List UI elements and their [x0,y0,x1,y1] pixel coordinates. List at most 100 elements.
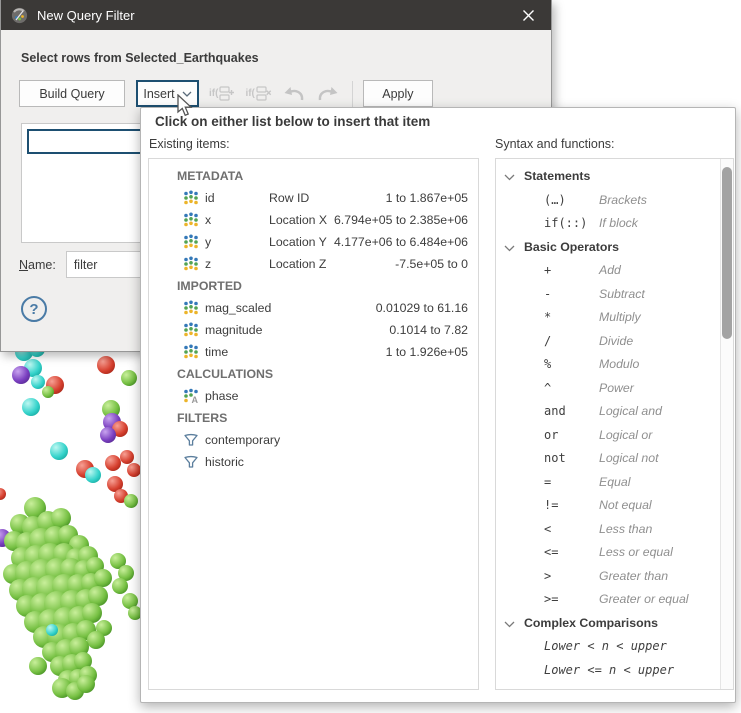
syntax-description: Brackets [599,189,647,213]
syntax-code: = [544,471,551,495]
item-description: Location Y [269,231,327,253]
syntax-functions-list[interactable]: Statements(…) Bracketsif(::)If blockBasic… [495,158,734,690]
earthquake-sphere[interactable] [50,442,68,460]
earthquake-sphere[interactable] [85,467,101,483]
existing-section-header: CALCULATIONS [149,363,478,385]
item-range: 0.01029 to 61.16 [376,297,468,319]
syntax-code: >= [544,588,558,612]
syntax-item-row[interactable]: Lower < n < upper [496,635,733,659]
item-range: 1 to 1.867e+05 [386,187,468,209]
syntax-item-row[interactable]: = Equal [496,471,733,495]
earthquake-sphere[interactable] [77,675,95,693]
earthquake-sphere[interactable] [42,386,54,398]
redo-button[interactable] [316,84,340,104]
earthquake-sphere[interactable] [22,398,40,416]
close-button[interactable] [515,4,541,26]
syntax-item-row[interactable]: andLogical and [496,400,733,424]
existing-item-row[interactable]: idRow ID1 to 1.867e+05 [149,187,478,209]
earthquake-sphere[interactable] [112,578,128,594]
syntax-description: Divide [599,330,633,354]
item-description: Location X [269,209,327,231]
syntax-item-row[interactable]: *Multiply [496,306,733,330]
syntax-code: and [544,400,566,424]
syntax-item-row[interactable]: -Subtract [496,283,733,307]
syntax-item-row[interactable]: > Greater than [496,565,733,589]
syntax-description: Less than [599,518,652,542]
toolbar: Build Query Insert if( if( [19,80,433,107]
item-name: phase [205,385,239,407]
existing-item-row[interactable]: xLocation X6.794e+05 to 2.385e+06 [149,209,478,231]
existing-item-row[interactable]: magnitude0.1014 to 7.82 [149,319,478,341]
item-range: -7.5e+05 to 0 [395,253,468,275]
existing-items-list[interactable]: METADATAidRow ID1 to 1.867e+05xLocation … [148,158,479,690]
earthquake-sphere[interactable] [124,494,138,508]
numeric-column-icon [183,300,199,316]
syntax-code: (…) [544,189,566,213]
redo-icon [316,84,340,104]
earthquake-sphere[interactable] [105,455,121,471]
syntax-description: Add [599,259,621,283]
syntax-item-row[interactable]: /Divide [496,330,733,354]
scrollbar[interactable] [720,159,733,689]
existing-item-row[interactable]: yLocation Y4.177e+06 to 6.484e+06 [149,231,478,253]
insert-if-remove-button[interactable]: if( [245,85,271,102]
syntax-description: Not equal [599,494,652,518]
existing-item-row[interactable]: mag_scaled0.01029 to 61.16 [149,297,478,319]
earthquake-sphere[interactable] [97,356,115,374]
numeric-column-icon [183,322,199,338]
syntax-section-header[interactable]: Statements [496,165,733,189]
if-block-add-icon [219,85,235,102]
earthquake-sphere[interactable] [46,624,58,636]
syntax-item-row[interactable]: <Less than [496,518,733,542]
numeric-column-icon [183,212,199,228]
syntax-code: ^ [544,377,551,401]
earthquake-sphere[interactable] [121,370,137,386]
scrollbar-thumb[interactable] [722,167,732,339]
syntax-item-row[interactable]: !=Not equal [496,494,733,518]
syntax-description: Greater than [599,565,668,589]
syntax-code: > [544,565,551,589]
earthquake-sphere[interactable] [0,488,6,500]
syntax-code: or [544,424,558,448]
syntax-item-row[interactable]: orLogical or [496,424,733,448]
syntax-description: Logical not [599,447,658,471]
numeric-column-icon [183,234,199,250]
existing-item-row[interactable]: zLocation Z-7.5e+05 to 0 [149,253,478,275]
if-block-remove-icon [256,85,272,102]
apply-button[interactable]: Apply [363,80,433,107]
syntax-item-row[interactable]: (…) Brackets [496,189,733,213]
undo-button[interactable] [282,84,306,104]
syntax-item-row[interactable]: >=Greater or equal [496,588,733,612]
earthquake-sphere[interactable] [29,657,47,675]
earthquake-sphere[interactable] [120,450,134,464]
earthquake-sphere[interactable] [127,463,141,477]
help-button[interactable]: ? [21,296,47,322]
build-query-button[interactable]: Build Query [19,80,125,107]
syntax-item-row[interactable]: %Modulo [496,353,733,377]
existing-item-row[interactable]: contemporary [149,429,478,451]
syntax-description: Equal [599,471,630,495]
earthquake-sphere[interactable] [12,366,30,384]
earthquake-sphere[interactable] [87,631,105,649]
earthquake-sphere[interactable] [94,569,112,587]
filter-funnel-icon [183,454,199,470]
query-filter-icon [11,7,28,24]
existing-item-row[interactable]: Aphase [149,385,478,407]
syntax-item-row[interactable]: if(::)If block [496,212,733,236]
syntax-item-row[interactable]: ^Power [496,377,733,401]
syntax-item-row[interactable]: Lower <= n < upper [496,659,733,683]
syntax-item-row[interactable]: +Add [496,259,733,283]
insert-if-add-button[interactable]: if( [209,85,235,102]
item-name: x [205,209,211,231]
syntax-item-row[interactable]: notLogical not [496,447,733,471]
syntax-section-header[interactable]: Complex Comparisons [496,612,733,636]
existing-item-row[interactable]: historic [149,451,478,473]
syntax-item-row[interactable]: <=Less or equal [496,541,733,565]
chevron-down-icon [504,174,515,181]
item-name: contemporary [205,429,280,451]
insert-popup: Click on either list below to insert tha… [140,107,736,703]
earthquake-sphere[interactable] [100,427,116,443]
existing-item-row[interactable]: time1 to 1.926e+05 [149,341,478,363]
dialog-titlebar[interactable]: New Query Filter [1,0,551,30]
syntax-section-header[interactable]: Basic Operators [496,236,733,260]
